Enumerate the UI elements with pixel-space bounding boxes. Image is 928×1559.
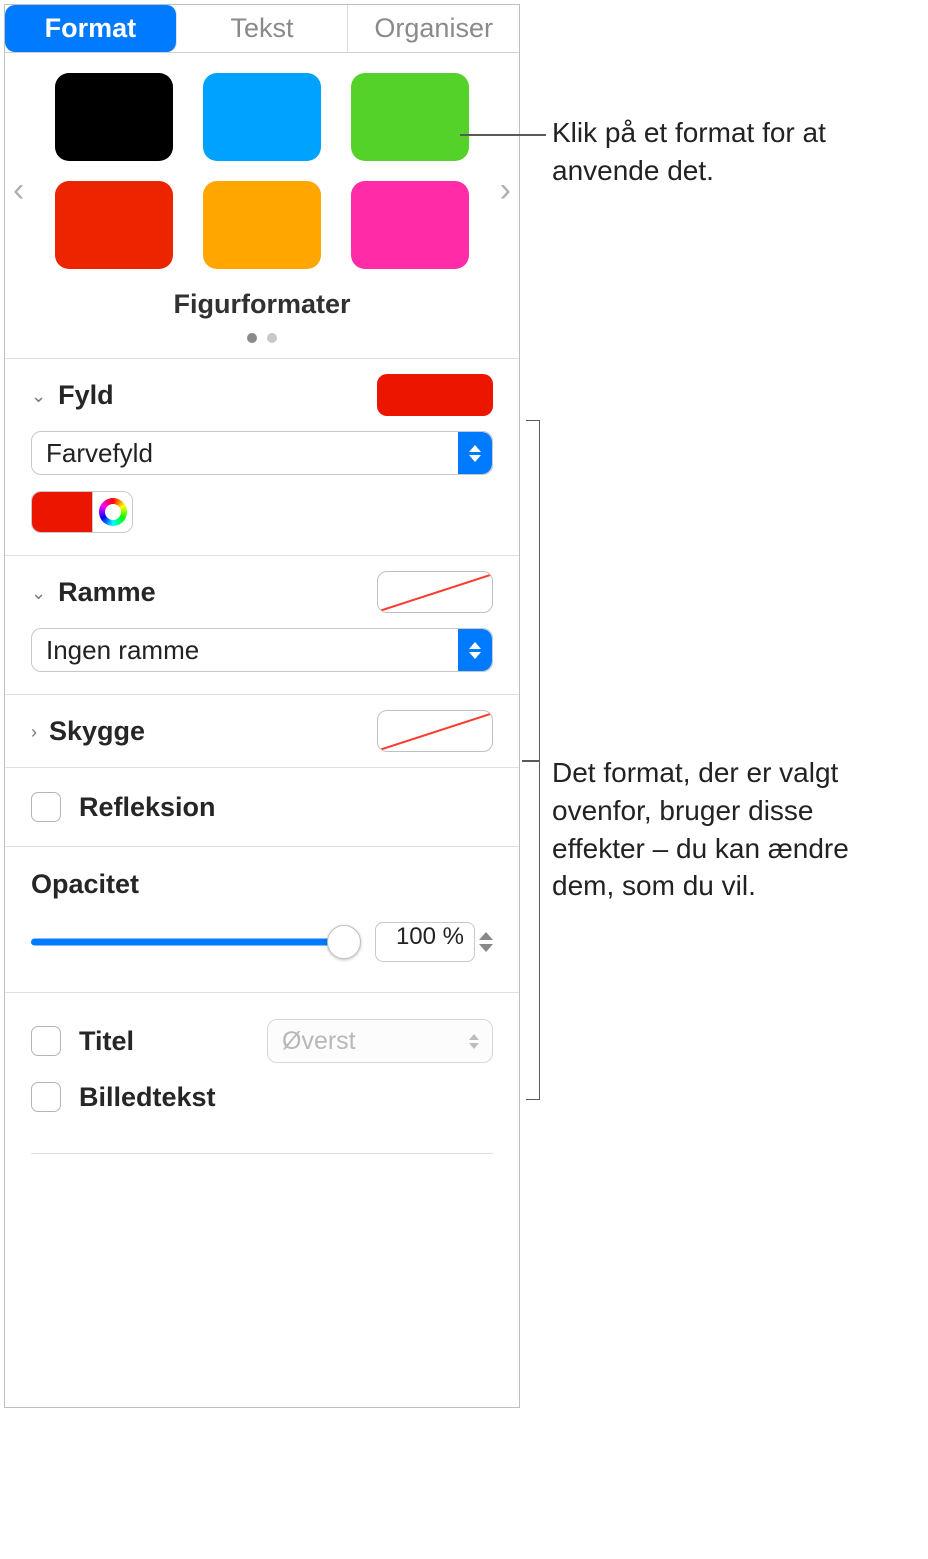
- opacity-slider[interactable]: [31, 924, 357, 960]
- shadow-title: Skygge: [49, 716, 377, 747]
- fill-preview[interactable]: [377, 374, 493, 416]
- tab-organize[interactable]: Organiser: [348, 5, 519, 52]
- shadow-section: › Skygge: [5, 694, 519, 767]
- format-inspector-panel: Format Tekst Organiser ‹ › Figurformater…: [4, 4, 520, 1408]
- stepper-down-icon[interactable]: [479, 944, 493, 952]
- select-stepper-icon: [458, 432, 492, 474]
- styles-prev-icon[interactable]: ‹: [13, 171, 24, 210]
- fill-color-swatch[interactable]: [32, 492, 92, 532]
- fill-type-select[interactable]: Farvefyld: [31, 431, 493, 475]
- fill-section: ⌄ Fyld Farvefyld: [5, 358, 519, 555]
- callout-text: Det format, der er valgt ovenfor, bruger…: [552, 754, 912, 905]
- style-swatch[interactable]: [203, 73, 321, 161]
- divider: [31, 1153, 493, 1154]
- reflection-label: Refleksion: [79, 792, 493, 823]
- border-title: Ramme: [58, 577, 377, 608]
- title-checkbox[interactable]: [31, 1026, 61, 1056]
- inspector-tabbar: Format Tekst Organiser: [5, 5, 519, 53]
- page-dot[interactable]: [247, 333, 257, 343]
- shape-styles-label: Figurformater: [5, 289, 519, 320]
- opacity-value-field[interactable]: 100 %: [375, 922, 475, 962]
- slider-thumb[interactable]: [327, 925, 361, 959]
- tab-format[interactable]: Format: [5, 5, 177, 52]
- color-wheel-icon: [99, 498, 127, 526]
- border-type-select[interactable]: Ingen ramme: [31, 628, 493, 672]
- border-type-value: Ingen ramme: [46, 635, 199, 666]
- fill-title: Fyld: [58, 380, 377, 411]
- style-swatch[interactable]: [351, 73, 469, 161]
- caption-checkbox[interactable]: [31, 1082, 61, 1112]
- caption-label: Billedtekst: [79, 1082, 493, 1113]
- callout-bracket: [526, 420, 540, 1100]
- callout-leader-line: [460, 134, 546, 136]
- style-swatch[interactable]: [351, 181, 469, 269]
- border-section: ⌄ Ramme Ingen ramme: [5, 555, 519, 694]
- style-swatch[interactable]: [55, 73, 173, 161]
- fill-color-well[interactable]: [31, 491, 133, 533]
- shadow-preview[interactable]: [377, 710, 493, 752]
- opacity-section: Opacitet 100 %: [5, 846, 519, 992]
- reflection-section: Refleksion: [5, 767, 519, 846]
- select-stepper-icon: [464, 1020, 484, 1062]
- styles-next-icon[interactable]: ›: [500, 171, 511, 210]
- border-preview[interactable]: [377, 571, 493, 613]
- title-position-select[interactable]: Øverst: [267, 1019, 493, 1063]
- stepper-up-icon[interactable]: [479, 932, 493, 940]
- opacity-stepper[interactable]: [479, 932, 493, 952]
- page-dot[interactable]: [267, 333, 277, 343]
- page-dots: [5, 330, 519, 348]
- title-position-value: Øverst: [282, 1027, 356, 1056]
- reflection-checkbox[interactable]: [31, 792, 61, 822]
- style-swatch[interactable]: [55, 181, 173, 269]
- title-label: Titel: [79, 1026, 267, 1057]
- chevron-right-icon[interactable]: ›: [31, 722, 37, 743]
- callout-text: Klik på et format for at anvende det.: [552, 114, 882, 190]
- chevron-down-icon[interactable]: ⌄: [31, 386, 46, 407]
- style-swatch[interactable]: [203, 181, 321, 269]
- tab-text[interactable]: Tekst: [177, 5, 349, 52]
- select-stepper-icon: [458, 629, 492, 671]
- color-picker-button[interactable]: [92, 492, 132, 532]
- shape-styles-area: ‹ › Figurformater: [5, 53, 519, 358]
- fill-type-value: Farvefyld: [46, 438, 153, 469]
- slider-track: [31, 939, 357, 946]
- opacity-title: Opacitet: [31, 869, 493, 900]
- title-caption-section: Titel Øverst Billedtekst: [5, 992, 519, 1153]
- chevron-down-icon[interactable]: ⌄: [31, 583, 46, 604]
